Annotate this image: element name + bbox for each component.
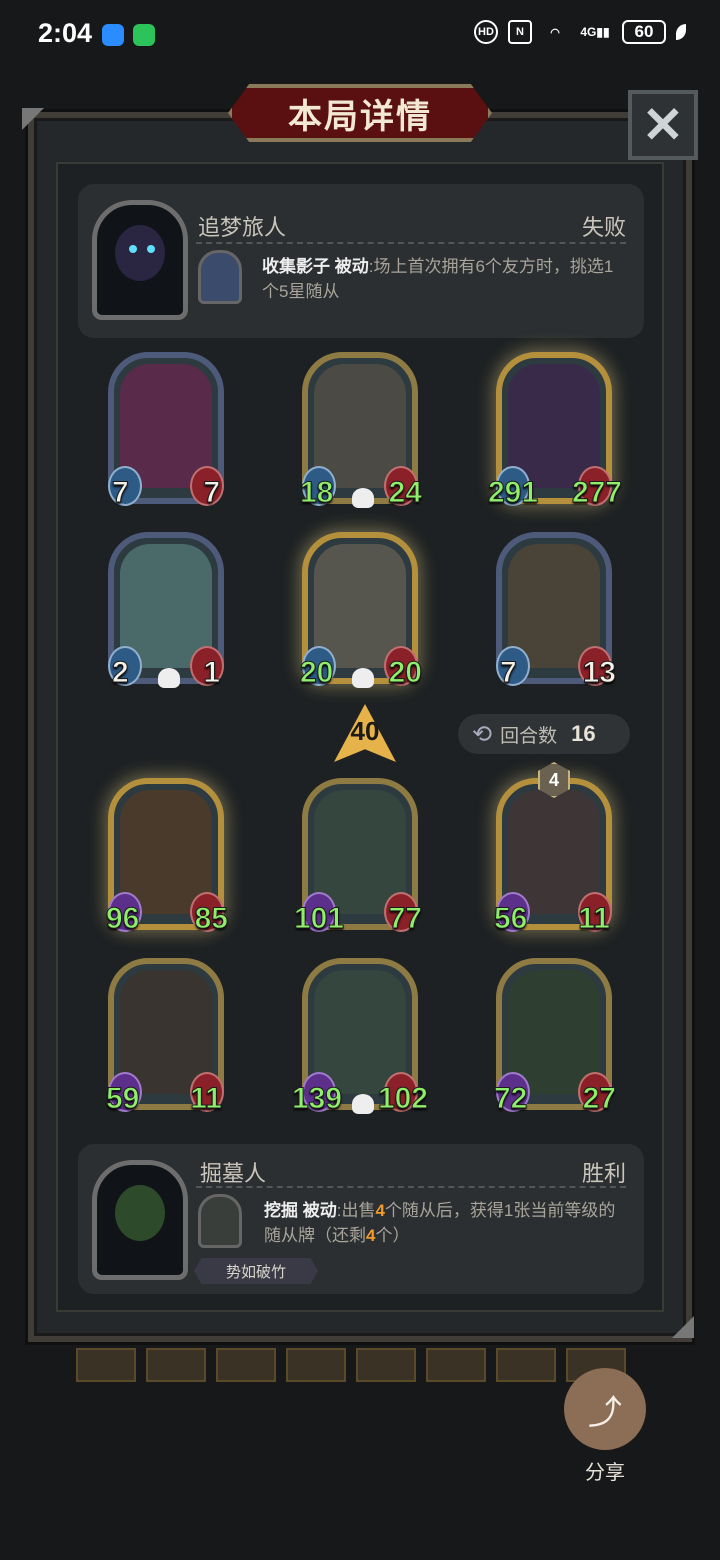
- status-bar: 2:04 HD N ◠ 4G ▮▮ 60: [0, 0, 720, 72]
- nfc-icon: N: [508, 20, 532, 44]
- attack-value: 56: [493, 902, 528, 936]
- background-thumb: [146, 1348, 206, 1382]
- skull-icon: [352, 668, 374, 688]
- share-icon: ⤴: [588, 1393, 622, 1432]
- opponent-result: 失败: [581, 215, 626, 240]
- health-value: 277: [571, 476, 622, 510]
- turn-value: 40: [350, 716, 380, 746]
- power-saving-icon: [676, 24, 686, 40]
- divider: [196, 1186, 626, 1188]
- background-thumb: [356, 1348, 416, 1382]
- round-value: 16: [571, 721, 596, 746]
- health-value: 11: [190, 1082, 223, 1116]
- chat-app-icon: [133, 24, 155, 46]
- minion-card[interactable]: 18 24: [299, 352, 423, 510]
- background-thumb: [426, 1348, 486, 1382]
- opponent-avatar[interactable]: [92, 200, 188, 320]
- minion-card[interactable]: 291 277: [487, 352, 623, 510]
- glowing-eye: [147, 245, 155, 253]
- background-thumb: [286, 1348, 346, 1382]
- attack-value: 2: [112, 656, 130, 690]
- opponent-skill: 收集影子 被动:场上首次拥有6个友方时，挑选1个5星随从: [262, 254, 630, 304]
- attack-value: 96: [105, 902, 140, 936]
- skill-desc: :出售: [336, 1201, 376, 1220]
- minion-card[interactable]: 101 77: [293, 778, 423, 936]
- battery-icon: 60: [622, 20, 666, 44]
- share-button[interactable]: ⤴: [564, 1368, 646, 1450]
- attack-value: 7: [112, 476, 130, 510]
- minion-card[interactable]: 7 13: [496, 532, 617, 690]
- attack-value: 18: [299, 476, 334, 510]
- attack-value: 291: [487, 476, 539, 510]
- background-thumb: [496, 1348, 556, 1382]
- round-counter: ⟲ 回合数 16: [458, 714, 630, 754]
- divider: [196, 242, 626, 244]
- gravedigger-figure: [115, 1185, 165, 1241]
- background-card-strip: [76, 1348, 636, 1382]
- attack-value: 101: [293, 902, 345, 936]
- health-value: 24: [388, 476, 422, 510]
- skill-icon[interactable]: [198, 1194, 242, 1248]
- skull-icon: [352, 488, 374, 508]
- self-result: 胜利: [581, 1161, 626, 1186]
- self-name: 掘墓人: [200, 1161, 267, 1186]
- health-value: 13: [582, 656, 616, 690]
- skull-icon: [352, 1094, 374, 1114]
- skill-desc: 个）: [375, 1226, 410, 1245]
- dialog-title: 本局详情: [288, 96, 432, 137]
- skill-type: 被动: [302, 1201, 337, 1220]
- attack-value: 20: [299, 656, 334, 690]
- minion-card[interactable]: 96 85: [105, 778, 229, 936]
- cycle-icon: ⟲: [472, 720, 493, 748]
- minion-card[interactable]: 7 7: [108, 352, 224, 510]
- minion-card[interactable]: 56 11: [493, 778, 612, 936]
- health-value: 77: [388, 902, 422, 936]
- health-value: 20: [388, 656, 422, 690]
- minion-card[interactable]: 2 1: [108, 532, 224, 690]
- minion-card[interactable]: 139 102: [291, 958, 429, 1116]
- health-value: 1: [203, 656, 221, 690]
- minion-card[interactable]: 59 11: [105, 958, 224, 1116]
- attack-value: 7: [500, 656, 518, 690]
- hd-icon: HD: [474, 20, 498, 44]
- hooded-figure: [115, 225, 165, 281]
- health-value: 27: [582, 1082, 616, 1116]
- skill-number: 4: [375, 1201, 385, 1220]
- health-value: 102: [377, 1082, 428, 1116]
- status-icons: HD N ◠ 4G ▮▮ 60: [474, 20, 686, 44]
- skill-type: 被动: [334, 257, 369, 276]
- skill-icon[interactable]: [198, 250, 242, 304]
- close-button[interactable]: ✕: [628, 90, 698, 160]
- background-thumb: [216, 1348, 276, 1382]
- share-label[interactable]: 分享: [564, 1456, 646, 1485]
- opponent-info: 追梦旅人 失败 收集影子 被动:场上首次拥有6个友方时，挑选1个5星随从: [78, 184, 644, 338]
- attack-value: 139: [291, 1082, 343, 1116]
- signal-icon: 4G ▮▮: [580, 25, 610, 39]
- skill-name: 收集影子: [262, 257, 330, 276]
- wifi-icon: ◠: [550, 26, 560, 39]
- skull-icon: [158, 668, 180, 688]
- health-value: 85: [194, 902, 228, 936]
- health-value: 7: [203, 476, 221, 510]
- attack-value: 72: [493, 1082, 528, 1116]
- title-plate: 本局详情: [228, 84, 492, 142]
- minion-card[interactable]: 72 27: [493, 958, 617, 1116]
- self-skill: 挖掘 被动:出售4个随从后，获得1张当前等级的随从牌（还剩4个）: [264, 1198, 630, 1248]
- attack-value: 59: [105, 1082, 140, 1116]
- health-value: 11: [578, 902, 611, 936]
- round-label: 回合数: [500, 725, 558, 747]
- opponent-name: 追梦旅人: [198, 215, 287, 240]
- minion-card[interactable]: 20 20: [299, 532, 423, 690]
- glowing-eye: [129, 245, 137, 253]
- status-time: 2:04: [38, 18, 93, 48]
- self-avatar[interactable]: [92, 1160, 188, 1280]
- background-thumb: [76, 1348, 136, 1382]
- skill-name: 挖掘: [264, 1201, 298, 1220]
- self-info: 掘墓人 胜利 挖掘 被动:出售4个随从后，获得1张当前等级的随从牌（还剩4个） …: [78, 1144, 644, 1294]
- shield-app-icon: [102, 24, 124, 46]
- title-tag: 势如破竹: [194, 1258, 318, 1284]
